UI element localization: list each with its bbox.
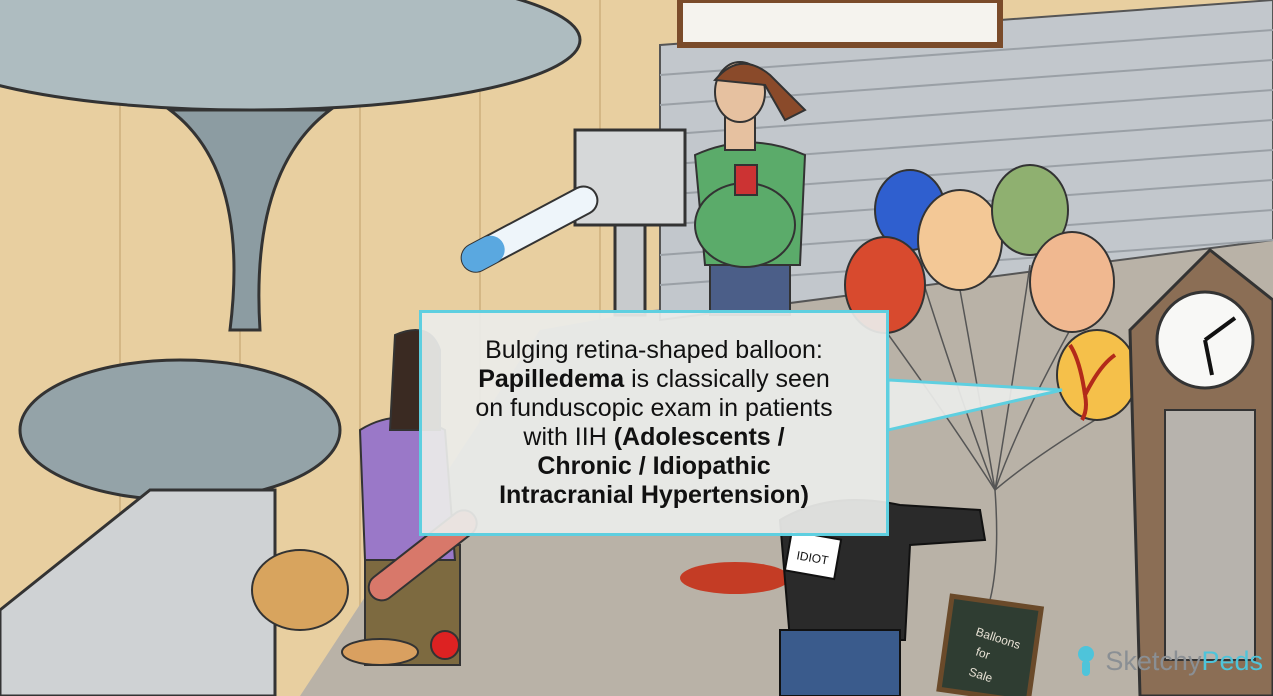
callout-line-2-rest: is classically seen — [624, 365, 830, 393]
callout-line-3: on funduscopic exam in patients — [475, 394, 833, 422]
callout-line-2: Papilledema is classically seen — [478, 365, 830, 394]
callout-line-5-bold: Chronic / Idiopathic — [537, 452, 771, 480]
info-callout: Bulging retina-shaped balloon: Papillede… — [419, 310, 889, 536]
balloon-retina — [1056, 329, 1138, 422]
balloon-peach-2 — [1029, 231, 1115, 333]
brand-watermark: Sketchy Peds — [1071, 644, 1263, 678]
callout-line-4-plain: with IIH — [523, 423, 614, 451]
sketchy-logo-icon — [1078, 646, 1095, 676]
brand-part-1: Sketchy — [1105, 645, 1202, 676]
brand-part-2: Peds — [1201, 645, 1263, 676]
dispenser-pole — [613, 223, 647, 317]
grandfather-clock — [1128, 247, 1273, 696]
hot-dog — [341, 638, 419, 666]
balloons-sign: Balloons for Sale — [936, 593, 1045, 696]
apple — [430, 630, 460, 660]
callout-line-4-bold: (Adolescents / — [613, 423, 785, 451]
callout-line-5: Chronic / Idiopathic — [537, 452, 770, 481]
callout-line-6: Intracranial Hypertension) — [499, 481, 809, 510]
top-sign — [677, 0, 1003, 48]
balloon-peach-1 — [917, 189, 1003, 291]
spill — [680, 562, 790, 594]
table-base — [18, 358, 342, 502]
idiot-badge: IDIOT — [783, 529, 843, 581]
callout-term: Papilledema — [478, 365, 625, 393]
callout-line-6-bold: Intracranial Hypertension) — [499, 481, 809, 509]
callout-line-4: with IIH (Adolescents / — [523, 423, 784, 452]
purse — [251, 549, 349, 631]
callout-line-1: Bulging retina-shaped balloon: — [485, 336, 823, 364]
